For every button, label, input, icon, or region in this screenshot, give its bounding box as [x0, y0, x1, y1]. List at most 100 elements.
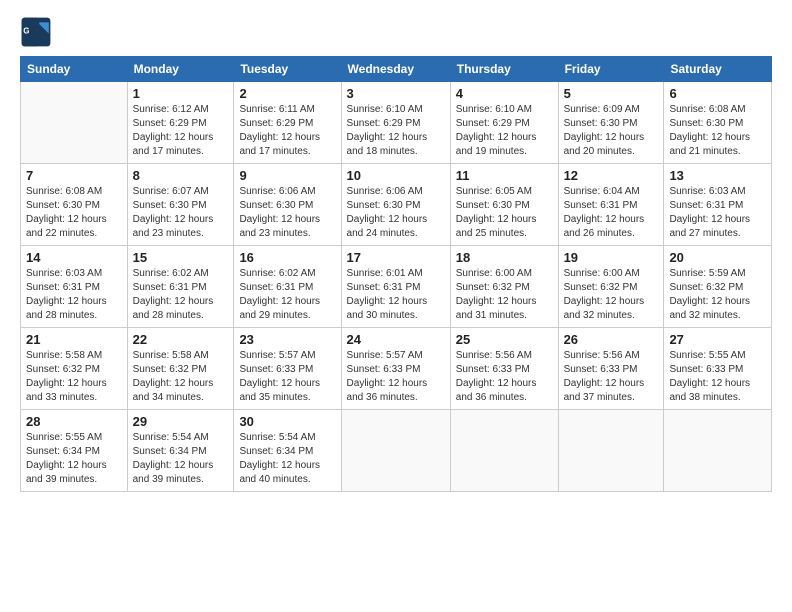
day-info: Sunrise: 5:55 AM Sunset: 6:33 PM Dayligh…: [669, 349, 766, 405]
day-info: Sunrise: 6:11 AM Sunset: 6:29 PM Dayligh…: [239, 103, 335, 159]
day-number: 14: [26, 250, 122, 265]
day-number: 7: [26, 168, 122, 183]
calendar-cell: 6 Sunrise: 6:08 AM Sunset: 6:30 PM Daylig…: [664, 82, 772, 164]
day-info: Sunrise: 6:10 AM Sunset: 6:29 PM Dayligh…: [456, 103, 553, 159]
calendar-cell: 7 Sunrise: 6:08 AM Sunset: 6:30 PM Daylig…: [21, 164, 128, 246]
calendar-cell: 2Sunrise: 6:11 AM Sunset: 6:29 PM Daylig…: [234, 82, 341, 164]
calendar-cell: 15Sunrise: 6:02 AM Sunset: 6:31 PM Dayli…: [127, 246, 234, 328]
calendar-cell: 29 Sunrise: 5:54 AM Sunset: 6:34 PM Dayli…: [127, 410, 234, 492]
day-info: Sunrise: 6:02 AM Sunset: 6:31 PM Dayligh…: [133, 267, 229, 323]
day-number: 9: [239, 168, 335, 183]
day-number: 12: [564, 168, 659, 183]
day-number: 20: [669, 250, 766, 265]
calendar-cell: 13Sunrise: 6:03 AM Sunset: 6:31 PM Dayli…: [664, 164, 772, 246]
day-info: Sunrise: 5:59 AM Sunset: 6:32 PM Dayligh…: [669, 267, 766, 323]
day-info: Sunrise: 5:58 AM Sunset: 6:32 PM Dayligh…: [26, 349, 122, 405]
header-cell-saturday: Saturday: [664, 57, 772, 82]
calendar-cell: 10 Sunrise: 6:06 AM Sunset: 6:30 PM Dayli…: [341, 164, 450, 246]
calendar-week-3: 14 Sunrise: 6:03 AM Sunset: 6:31 PM Dayli…: [21, 246, 772, 328]
day-info: Sunrise: 6:12 AM Sunset: 6:29 PM Dayligh…: [133, 103, 229, 159]
calendar-cell: 9 Sunrise: 6:06 AM Sunset: 6:30 PM Daylig…: [234, 164, 341, 246]
day-info: Sunrise: 6:05 AM Sunset: 6:30 PM Dayligh…: [456, 185, 553, 241]
day-info: Sunrise: 5:58 AM Sunset: 6:32 PM Dayligh…: [133, 349, 229, 405]
day-info: Sunrise: 6:07 AM Sunset: 6:30 PM Dayligh…: [133, 185, 229, 241]
day-info: Sunrise: 5:57 AM Sunset: 6:33 PM Dayligh…: [347, 349, 445, 405]
header-cell-wednesday: Wednesday: [341, 57, 450, 82]
calendar-cell: [450, 410, 558, 492]
day-number: 23: [239, 332, 335, 347]
calendar-cell: 12 Sunrise: 6:04 AM Sunset: 6:31 PM Dayli…: [558, 164, 664, 246]
day-info: Sunrise: 6:08 AM Sunset: 6:30 PM Dayligh…: [26, 185, 122, 241]
calendar-cell: 11 Sunrise: 6:05 AM Sunset: 6:30 PM Dayli…: [450, 164, 558, 246]
calendar-cell: [664, 410, 772, 492]
day-info: Sunrise: 6:09 AM Sunset: 6:30 PM Dayligh…: [564, 103, 659, 159]
day-info: Sunrise: 6:06 AM Sunset: 6:30 PM Dayligh…: [347, 185, 445, 241]
calendar-cell: 22 Sunrise: 5:58 AM Sunset: 6:32 PM Dayli…: [127, 328, 234, 410]
calendar-cell: 8 Sunrise: 6:07 AM Sunset: 6:30 PM Daylig…: [127, 164, 234, 246]
calendar-cell: 30Sunrise: 5:54 AM Sunset: 6:34 PM Dayli…: [234, 410, 341, 492]
day-info: Sunrise: 6:03 AM Sunset: 6:31 PM Dayligh…: [26, 267, 122, 323]
logo-icon: G: [20, 16, 52, 48]
day-info: Sunrise: 6:03 AM Sunset: 6:31 PM Dayligh…: [669, 185, 766, 241]
calendar-cell: 21Sunrise: 5:58 AM Sunset: 6:32 PM Dayli…: [21, 328, 128, 410]
logo: G: [20, 16, 56, 48]
calendar-cell: [341, 410, 450, 492]
calendar-cell: [558, 410, 664, 492]
day-info: Sunrise: 6:02 AM Sunset: 6:31 PM Dayligh…: [239, 267, 335, 323]
calendar-cell: 23 Sunrise: 5:57 AM Sunset: 6:33 PM Dayli…: [234, 328, 341, 410]
calendar-cell: 3Sunrise: 6:10 AM Sunset: 6:29 PM Daylig…: [341, 82, 450, 164]
day-info: Sunrise: 5:57 AM Sunset: 6:33 PM Dayligh…: [239, 349, 335, 405]
calendar-week-1: 1 Sunrise: 6:12 AM Sunset: 6:29 PM Daylig…: [21, 82, 772, 164]
day-info: Sunrise: 5:54 AM Sunset: 6:34 PM Dayligh…: [239, 431, 335, 487]
header-cell-friday: Friday: [558, 57, 664, 82]
day-number: 16: [239, 250, 335, 265]
header-cell-monday: Monday: [127, 57, 234, 82]
calendar-cell: 16 Sunrise: 6:02 AM Sunset: 6:31 PM Dayli…: [234, 246, 341, 328]
day-info: Sunrise: 6:08 AM Sunset: 6:30 PM Dayligh…: [669, 103, 766, 159]
calendar-cell: 26 Sunrise: 5:56 AM Sunset: 6:33 PM Dayli…: [558, 328, 664, 410]
header-cell-sunday: Sunday: [21, 57, 128, 82]
day-number: 22: [133, 332, 229, 347]
day-number: 6: [669, 86, 766, 101]
calendar-cell: 28 Sunrise: 5:55 AM Sunset: 6:34 PM Dayli…: [21, 410, 128, 492]
calendar-cell: 14 Sunrise: 6:03 AM Sunset: 6:31 PM Dayli…: [21, 246, 128, 328]
calendar-cell: 4 Sunrise: 6:10 AM Sunset: 6:29 PM Daylig…: [450, 82, 558, 164]
calendar-cell: 19Sunrise: 6:00 AM Sunset: 6:32 PM Dayli…: [558, 246, 664, 328]
header-row: SundayMondayTuesdayWednesdayThursdayFrid…: [21, 57, 772, 82]
calendar-cell: 20 Sunrise: 5:59 AM Sunset: 6:32 PM Dayli…: [664, 246, 772, 328]
calendar-cell: 25Sunrise: 5:56 AM Sunset: 6:33 PM Dayli…: [450, 328, 558, 410]
day-info: Sunrise: 6:10 AM Sunset: 6:29 PM Dayligh…: [347, 103, 445, 159]
day-number: 29: [133, 414, 229, 429]
day-info: Sunrise: 5:55 AM Sunset: 6:34 PM Dayligh…: [26, 431, 122, 487]
day-number: 5: [564, 86, 659, 101]
calendar-week-5: 28 Sunrise: 5:55 AM Sunset: 6:34 PM Dayli…: [21, 410, 772, 492]
day-number: 26: [564, 332, 659, 347]
day-info: Sunrise: 6:04 AM Sunset: 6:31 PM Dayligh…: [564, 185, 659, 241]
day-number: 25: [456, 332, 553, 347]
header: G: [20, 16, 772, 48]
day-number: 8: [133, 168, 229, 183]
day-number: 11: [456, 168, 553, 183]
day-number: 24: [347, 332, 445, 347]
day-number: 1: [133, 86, 229, 101]
calendar-cell: 24 Sunrise: 5:57 AM Sunset: 6:33 PM Dayli…: [341, 328, 450, 410]
day-number: 17: [347, 250, 445, 265]
day-info: Sunrise: 5:54 AM Sunset: 6:34 PM Dayligh…: [133, 431, 229, 487]
calendar-cell: 1 Sunrise: 6:12 AM Sunset: 6:29 PM Daylig…: [127, 82, 234, 164]
day-number: 4: [456, 86, 553, 101]
calendar-week-4: 21Sunrise: 5:58 AM Sunset: 6:32 PM Dayli…: [21, 328, 772, 410]
day-number: 27: [669, 332, 766, 347]
day-info: Sunrise: 5:56 AM Sunset: 6:33 PM Dayligh…: [564, 349, 659, 405]
header-cell-tuesday: Tuesday: [234, 57, 341, 82]
calendar-page: G SundayMondayTuesdayWednesdayThursdayFr…: [0, 0, 792, 612]
day-number: 18: [456, 250, 553, 265]
day-number: 10: [347, 168, 445, 183]
calendar-week-2: 7 Sunrise: 6:08 AM Sunset: 6:30 PM Daylig…: [21, 164, 772, 246]
calendar-cell: 5 Sunrise: 6:09 AM Sunset: 6:30 PM Daylig…: [558, 82, 664, 164]
day-number: 28: [26, 414, 122, 429]
svg-text:G: G: [23, 27, 29, 36]
day-info: Sunrise: 6:06 AM Sunset: 6:30 PM Dayligh…: [239, 185, 335, 241]
calendar-cell: 27 Sunrise: 5:55 AM Sunset: 6:33 PM Dayli…: [664, 328, 772, 410]
calendar-cell: 17Sunrise: 6:01 AM Sunset: 6:31 PM Dayli…: [341, 246, 450, 328]
day-info: Sunrise: 6:00 AM Sunset: 6:32 PM Dayligh…: [456, 267, 553, 323]
